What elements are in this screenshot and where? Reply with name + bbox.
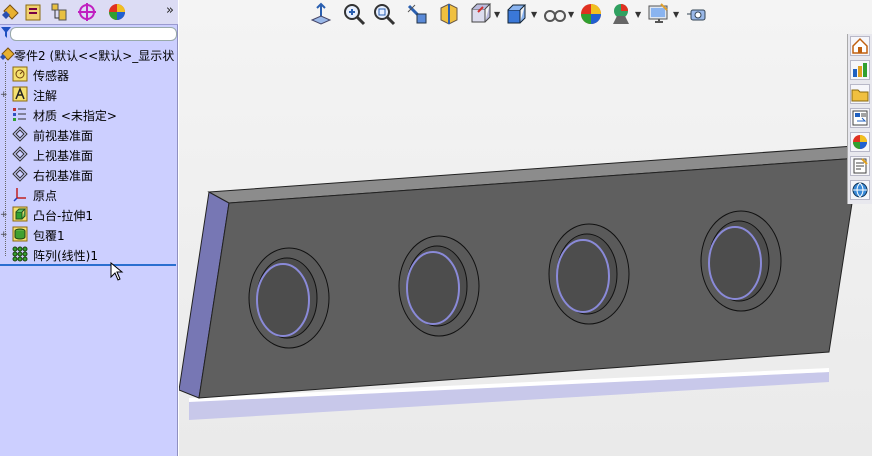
tree-item-top-plane[interactable]: 上视基准面 (0, 144, 178, 164)
3d-content-central-icon[interactable] (850, 180, 870, 200)
linear-pattern-icon (12, 246, 28, 262)
feature-manager-icon[interactable] (1, 2, 21, 22)
hide-show-items-icon[interactable] (543, 2, 567, 26)
feature-manager-panel: » 零件2 (默认<<默认>_显示状 传感器 + 注解 材质 <未指定> 前视基… (0, 0, 178, 456)
tree-item-annotations[interactable]: + 注解 (0, 84, 178, 104)
tree-item-material[interactable]: 材质 <未指定> (0, 104, 178, 124)
display-manager-icon[interactable] (107, 2, 127, 22)
hole-3 (548, 223, 630, 325)
filter-input[interactable] (10, 27, 177, 41)
section-view-icon[interactable] (437, 2, 461, 26)
panel-tabs: » (0, 0, 178, 25)
filter-row (0, 25, 178, 41)
tree-root-part[interactable]: 零件2 (默认<<默认>_显示状 (0, 44, 178, 64)
view-settings-icon[interactable] (647, 2, 671, 26)
screen-capture-icon[interactable] (685, 2, 709, 26)
tree-item-linear-pattern[interactable]: 阵列(线性)1 (0, 244, 178, 264)
appearances-icon[interactable] (850, 132, 870, 152)
normal-to-icon[interactable] (309, 2, 333, 26)
mouse-cursor-icon (110, 262, 124, 281)
tree-item-label: 传感器 (33, 69, 70, 83)
display-style-icon[interactable] (505, 2, 529, 26)
rollback-bar[interactable] (0, 264, 176, 266)
property-manager-icon[interactable] (23, 2, 43, 22)
tree-item-wrap[interactable]: + 包覆1 (0, 224, 178, 244)
boss-extrude-icon (12, 206, 28, 222)
expand-icon[interactable]: + (0, 230, 8, 240)
hole-2 (398, 235, 480, 337)
tree-root-label: 零件2 (默认<<默认>_显示状 (14, 49, 175, 63)
graphics-area[interactable]: ▼ ▼ ▼ ▼ ▼ (179, 0, 872, 456)
tree-item-label: 原点 (33, 189, 58, 203)
material-icon (13, 108, 26, 121)
tree-item-label: 注解 (33, 89, 58, 103)
zoom-to-fit-icon[interactable] (342, 2, 366, 26)
plane-icon (12, 146, 28, 162)
plane-icon (12, 166, 28, 182)
edit-appearance-icon[interactable] (579, 2, 603, 26)
hole-4 (700, 210, 782, 312)
tree-item-front-plane[interactable]: 前视基准面 (0, 124, 178, 144)
expand-tabs-button[interactable]: » (166, 3, 174, 18)
task-pane-tabs (847, 34, 872, 204)
view-orientation-icon[interactable] (469, 2, 493, 26)
tree-item-label: 阵列(线性)1 (33, 249, 98, 263)
model-view (179, 145, 860, 420)
expand-icon[interactable]: + (0, 90, 8, 100)
expand-icon[interactable]: + (0, 210, 8, 220)
tree-item-label: 包覆1 (33, 229, 65, 243)
annotations-icon (12, 86, 28, 102)
tree-item-label: 材质 <未指定> (33, 109, 117, 123)
tree-item-label: 上视基准面 (33, 149, 94, 163)
tree-item-origin[interactable]: 原点 (0, 184, 178, 204)
origin-icon (13, 188, 26, 202)
file-explorer-icon[interactable] (850, 84, 870, 104)
tree-item-sensors[interactable]: 传感器 (0, 64, 178, 84)
tree-item-boss-extrude[interactable]: + 凸台-拉伸1 (0, 204, 178, 224)
apply-scene-icon[interactable] (609, 2, 633, 26)
wrap-icon (12, 226, 28, 242)
custom-properties-icon[interactable] (850, 156, 870, 176)
previous-view-icon[interactable] (405, 2, 429, 26)
view-palette-icon[interactable] (850, 108, 870, 128)
configuration-manager-icon[interactable] (49, 2, 69, 22)
solidworks-resources-icon[interactable] (850, 36, 870, 56)
plane-icon (12, 126, 28, 142)
hole-1 (248, 247, 330, 349)
tree-item-right-plane[interactable]: 右视基准面 (0, 164, 178, 184)
design-library-icon[interactable] (850, 60, 870, 80)
tree-item-label: 右视基准面 (33, 169, 94, 183)
dimxpert-icon[interactable] (77, 2, 97, 22)
zoom-area-icon[interactable] (372, 2, 396, 26)
tree-item-label: 前视基准面 (33, 129, 94, 143)
tree-item-label: 凸台-拉伸1 (33, 209, 93, 223)
sensor-icon (12, 66, 28, 82)
